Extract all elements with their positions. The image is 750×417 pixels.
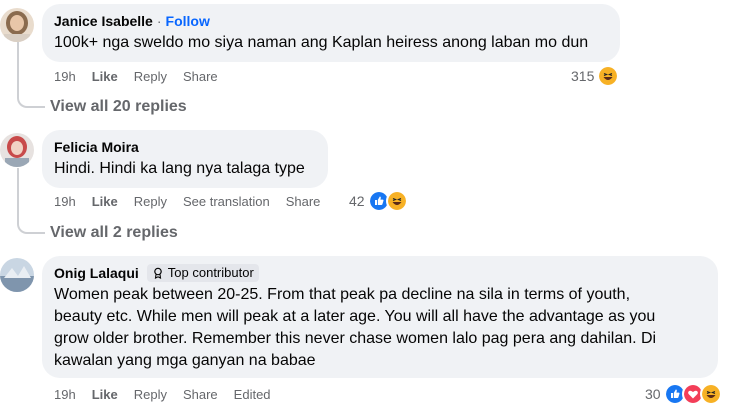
comment-timestamp[interactable]: 19h <box>54 194 76 209</box>
badge-label: Top contributor <box>167 265 254 280</box>
avatar[interactable] <box>0 133 34 167</box>
top-contributor-badge[interactable]: Top contributor <box>146 264 259 282</box>
haha-icon <box>597 65 620 87</box>
comment-text-line: Women peak between 20-25. From that peak… <box>54 286 631 303</box>
comment-author[interactable]: Janice Isabelle <box>54 12 153 30</box>
follow-button[interactable]: Follow <box>166 12 210 30</box>
award-icon <box>153 267 162 279</box>
reaction-summary[interactable]: 315 <box>571 65 620 87</box>
comment-text-line: grow older brother. Remember this never … <box>54 330 657 347</box>
like-button[interactable]: Like <box>92 69 118 84</box>
reaction-count: 30 <box>645 386 661 402</box>
comment-text-line: beauty etc. While men will peak at a lat… <box>54 308 656 325</box>
reply-button[interactable]: Reply <box>134 194 167 209</box>
comment-text-line: kawalan yang mga ganyan na babae <box>54 352 316 369</box>
comment-actions: 19h Like Reply See translation Share <box>54 191 336 211</box>
avatar[interactable] <box>0 258 34 292</box>
share-button[interactable]: Share <box>286 194 321 209</box>
haha-icon <box>699 383 722 405</box>
like-button[interactable]: Like <box>92 387 118 402</box>
comment-text: 100k+ nga sweldo mo siya naman ang Kapla… <box>54 34 589 51</box>
like-button[interactable]: Like <box>92 194 118 209</box>
comment-timestamp[interactable]: 19h <box>54 387 76 402</box>
reaction-summary[interactable]: 42 <box>349 190 408 212</box>
comment-text: Women peak between 20-25. From that peak… <box>54 284 706 372</box>
comment-text: Hindi. Hindi ka lang nya talaga type <box>54 160 305 177</box>
reaction-summary[interactable]: 30 <box>645 383 722 405</box>
reaction-count: 315 <box>571 68 595 84</box>
view-replies-link[interactable]: View all 2 replies <box>50 224 178 242</box>
comment-actions: 19h Like Reply Share <box>54 66 234 86</box>
haha-icon <box>385 190 408 212</box>
reply-button[interactable]: Reply <box>134 387 167 402</box>
comment-actions: 19h Like Reply Share Edited <box>54 384 287 404</box>
comment-bubble: Onig Lalaqui Top contributor Women peak … <box>42 256 718 378</box>
reaction-count: 42 <box>349 193 365 209</box>
view-replies-link[interactable]: View all 20 replies <box>50 98 187 116</box>
avatar[interactable] <box>0 8 34 42</box>
share-button[interactable]: Share <box>183 69 218 84</box>
edited-label: Edited <box>233 386 271 402</box>
share-button[interactable]: Share <box>183 387 218 402</box>
see-translation-link[interactable]: See translation <box>183 194 270 209</box>
separator-dot: · <box>156 13 162 29</box>
thread-elbow <box>17 208 45 234</box>
comment-timestamp[interactable]: 19h <box>54 69 76 84</box>
thread-elbow <box>17 82 45 108</box>
comment-bubble: Felicia Moira Hindi. Hindi ka lang nya t… <box>42 130 328 188</box>
reply-button[interactable]: Reply <box>134 69 167 84</box>
comment-author[interactable]: Onig Lalaqui <box>54 264 139 282</box>
comment-bubble: Janice Isabelle · Follow 100k+ nga sweld… <box>42 4 620 62</box>
comment-author[interactable]: Felicia Moira <box>54 138 139 156</box>
